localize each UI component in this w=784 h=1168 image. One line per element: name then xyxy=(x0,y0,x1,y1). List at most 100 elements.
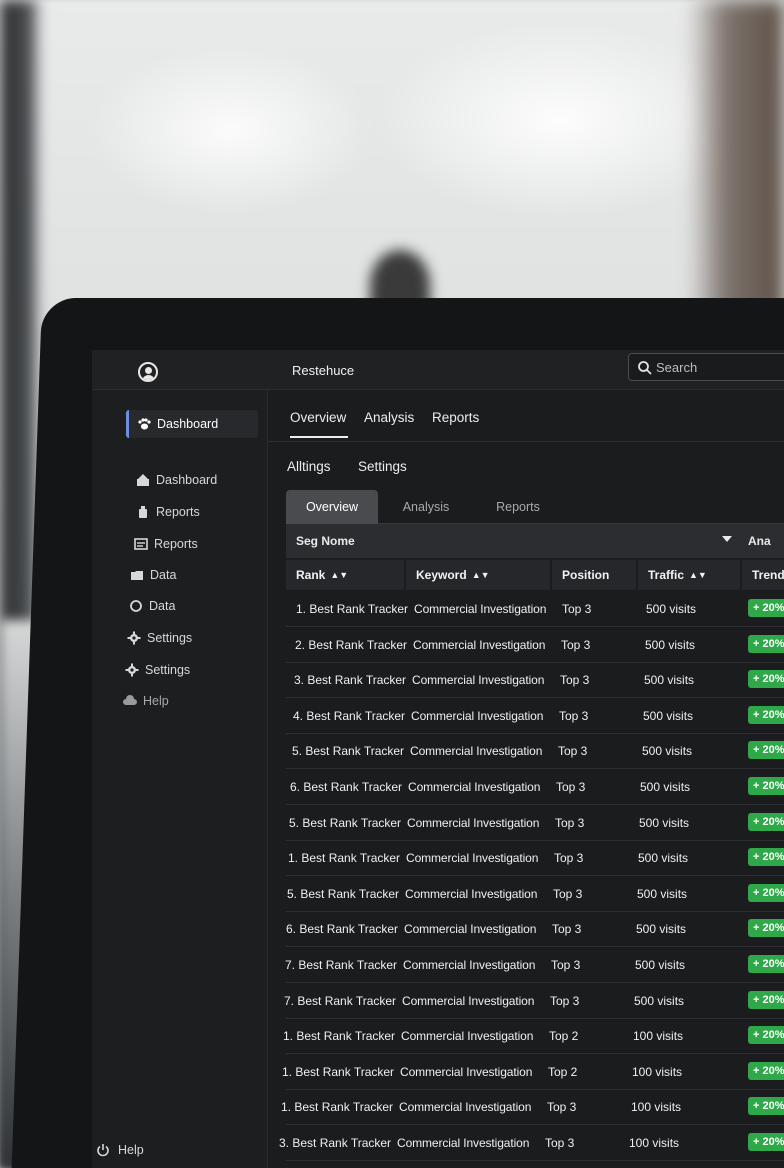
table-row[interactable]: 5. Best Rank Tracker Commercial Investiga… xyxy=(286,877,784,912)
window-frame-right xyxy=(688,0,784,320)
cell-position: Top 3 xyxy=(555,815,585,830)
cell-keyword: Commercial Investigation xyxy=(404,922,537,937)
cell-position: Top 3 xyxy=(550,993,580,1008)
chevron-down-icon[interactable] xyxy=(722,536,732,542)
cell-keyword: Commercial Investigation xyxy=(410,744,543,759)
cell-traffic: 500 visits xyxy=(645,637,696,652)
table-row[interactable]: 6. Best Rank Tracker Commercial Investiga… xyxy=(286,912,784,948)
table-row[interactable]: 7. Best Rank Tracker Commercial Investiga… xyxy=(284,984,784,1019)
trend-badge: + 20% xyxy=(748,777,784,795)
circle-icon xyxy=(130,600,142,612)
column-header-label: Rank xyxy=(296,568,326,582)
cell-position: Top 3 xyxy=(554,851,584,866)
table-row[interactable]: 4. Best Rank Tracker Commercial Investiga… xyxy=(286,699,784,734)
cell-rank: 5. Best Rank Tracker xyxy=(287,886,400,901)
main-content: Overview Analysis Reports Alltings Setti… xyxy=(268,390,784,1168)
cell-keyword: Commercial Investigation xyxy=(400,1064,533,1079)
reports-icon xyxy=(139,506,147,518)
user-avatar-icon[interactable] xyxy=(138,362,158,382)
secondary-tabs: Alltings Settings xyxy=(268,442,784,488)
trend-badge: + 20% xyxy=(748,599,784,617)
table-row[interactable]: 5. Best Rank Tracker Commercial Investiga… xyxy=(286,734,784,770)
sidebar-item-label: Dashboard xyxy=(157,417,219,431)
tab-settings[interactable]: Settings xyxy=(358,459,407,474)
cell-position: Top 3 xyxy=(552,922,582,937)
cell-position: Top 3 xyxy=(558,744,588,759)
cell-keyword: Commercial Investigation xyxy=(414,602,547,616)
table-row[interactable]: 1. Best Rank Tracker Commercial Investiga… xyxy=(282,1055,784,1090)
column-header-position[interactable]: Position xyxy=(552,560,638,590)
cell-traffic: 500 visits xyxy=(646,602,697,616)
column-header-keyword[interactable]: Keyword ▲▼ xyxy=(406,560,552,590)
cell-traffic: 500 visits xyxy=(634,993,685,1008)
search-input[interactable]: Search xyxy=(628,353,784,381)
sort-icon: ▲▼ xyxy=(330,570,349,580)
sidebar-help-label: Help xyxy=(118,1143,144,1157)
table-row[interactable]: 6. Best Rank Tracker Commercial Investiga… xyxy=(286,770,784,805)
cell-keyword: Commercial Investigation xyxy=(402,993,535,1008)
gear-icon xyxy=(125,663,139,677)
cell-rank: 5. Best Rank Tracker xyxy=(292,744,405,759)
cell-rank: 5. Best Rank Tracker xyxy=(289,815,402,830)
cell-traffic: 500 visits xyxy=(642,744,693,759)
segment-bar[interactable]: Seg Nome Ana xyxy=(286,524,784,558)
primary-tabs: Overview Analysis Reports xyxy=(268,390,784,442)
table-row[interactable]: 7. Best Rank Tracker Commercial Investiga… xyxy=(285,948,784,983)
gear-icon xyxy=(127,631,141,645)
cell-keyword: Commercial Investigation xyxy=(413,637,546,652)
sort-icon: ▲▼ xyxy=(471,570,490,580)
tab-overview[interactable]: Overview xyxy=(290,410,349,438)
cell-keyword: Commercial Investigation xyxy=(411,708,544,723)
table-row[interactable]: 2. Best Rank Tracker Commercial Investiga… xyxy=(286,628,784,663)
cell-traffic: 500 visits xyxy=(638,851,689,866)
cell-keyword: Commercial Investigation xyxy=(412,673,545,688)
cell-traffic: 500 visits xyxy=(636,922,687,937)
title-bar: Restehuce Search xyxy=(92,350,784,390)
column-header-rank[interactable]: Rank ▲▼ xyxy=(286,560,406,590)
table-row[interactable]: 3. Best Rank Tracker Commercial Investiga… xyxy=(279,1126,784,1161)
cell-rank: 1. Best Rank Tracker xyxy=(282,1064,395,1079)
cell-position: Top 2 xyxy=(548,1064,578,1079)
cell-position: Top 3 xyxy=(551,958,581,972)
subtab-overview[interactable]: Overview xyxy=(286,490,378,524)
table-row[interactable]: 1. Best Rank Tracker Commercial Investiga… xyxy=(281,1090,784,1126)
tab-alltings[interactable]: Alltings xyxy=(287,459,331,474)
cell-traffic: 500 visits xyxy=(637,886,688,901)
cell-traffic: 500 visits xyxy=(644,673,695,688)
laptop-screen: Restehuce Search Dashboard Dashboard Rep… xyxy=(92,350,784,1168)
table-row[interactable]: 1. Best Rank Tracker Commercial Investiga… xyxy=(286,841,784,877)
trend-badge: + 20% xyxy=(748,634,784,653)
sidebar-item-label: Reports xyxy=(156,505,200,519)
cell-keyword: Commercial Investigation xyxy=(397,1136,530,1150)
column-header-trend[interactable]: Trend xyxy=(742,560,784,590)
cell-position: Top 3 xyxy=(545,1136,575,1150)
column-header-traffic[interactable]: Traffic ▲▼ xyxy=(638,560,742,590)
cell-traffic: 100 visits xyxy=(633,1029,684,1044)
cell-rank: 7. Best Rank Tracker xyxy=(284,993,397,1008)
cell-position: Top 3 xyxy=(553,886,583,901)
column-header-label: Keyword xyxy=(416,568,467,582)
trend-badge: + 20% xyxy=(748,705,784,724)
cell-traffic: 500 visits xyxy=(639,815,690,830)
paw-icon xyxy=(138,418,151,430)
cell-traffic: 500 visits xyxy=(643,708,694,723)
cell-keyword: Commercial Investigation xyxy=(406,851,539,866)
subtab-reports[interactable]: Reports xyxy=(482,490,554,524)
cell-keyword: Commercial Investigation xyxy=(407,815,540,830)
sidebar-item-dashboard-active[interactable]: Dashboard xyxy=(126,410,258,438)
column-header-label: Trend xyxy=(752,568,784,582)
dashboard-icon xyxy=(137,474,149,486)
tab-analysis[interactable]: Analysis xyxy=(364,410,414,425)
search-placeholder: Search xyxy=(656,360,698,375)
subtab-analysis[interactable]: Analysis xyxy=(390,490,462,524)
tab-reports[interactable]: Reports xyxy=(432,410,479,425)
cell-position: Top 3 xyxy=(561,637,591,652)
column-header-label: Traffic xyxy=(648,568,685,582)
cell-keyword: Commercial Investigation xyxy=(403,958,536,972)
table-row[interactable]: 5. Best Rank Tracker Commercial Investiga… xyxy=(286,806,784,841)
cell-keyword: Commercial Investigation xyxy=(401,1029,534,1044)
cell-traffic: 500 visits xyxy=(640,780,691,794)
table-row[interactable]: 1. Best Rank Tracker Commercial Investiga… xyxy=(283,1019,784,1055)
table-row[interactable]: 3. Best Rank Tracker Commercial Investiga… xyxy=(286,663,784,699)
table-row[interactable]: 1. Best Rank Tracker Commercial Investiga… xyxy=(286,592,784,627)
